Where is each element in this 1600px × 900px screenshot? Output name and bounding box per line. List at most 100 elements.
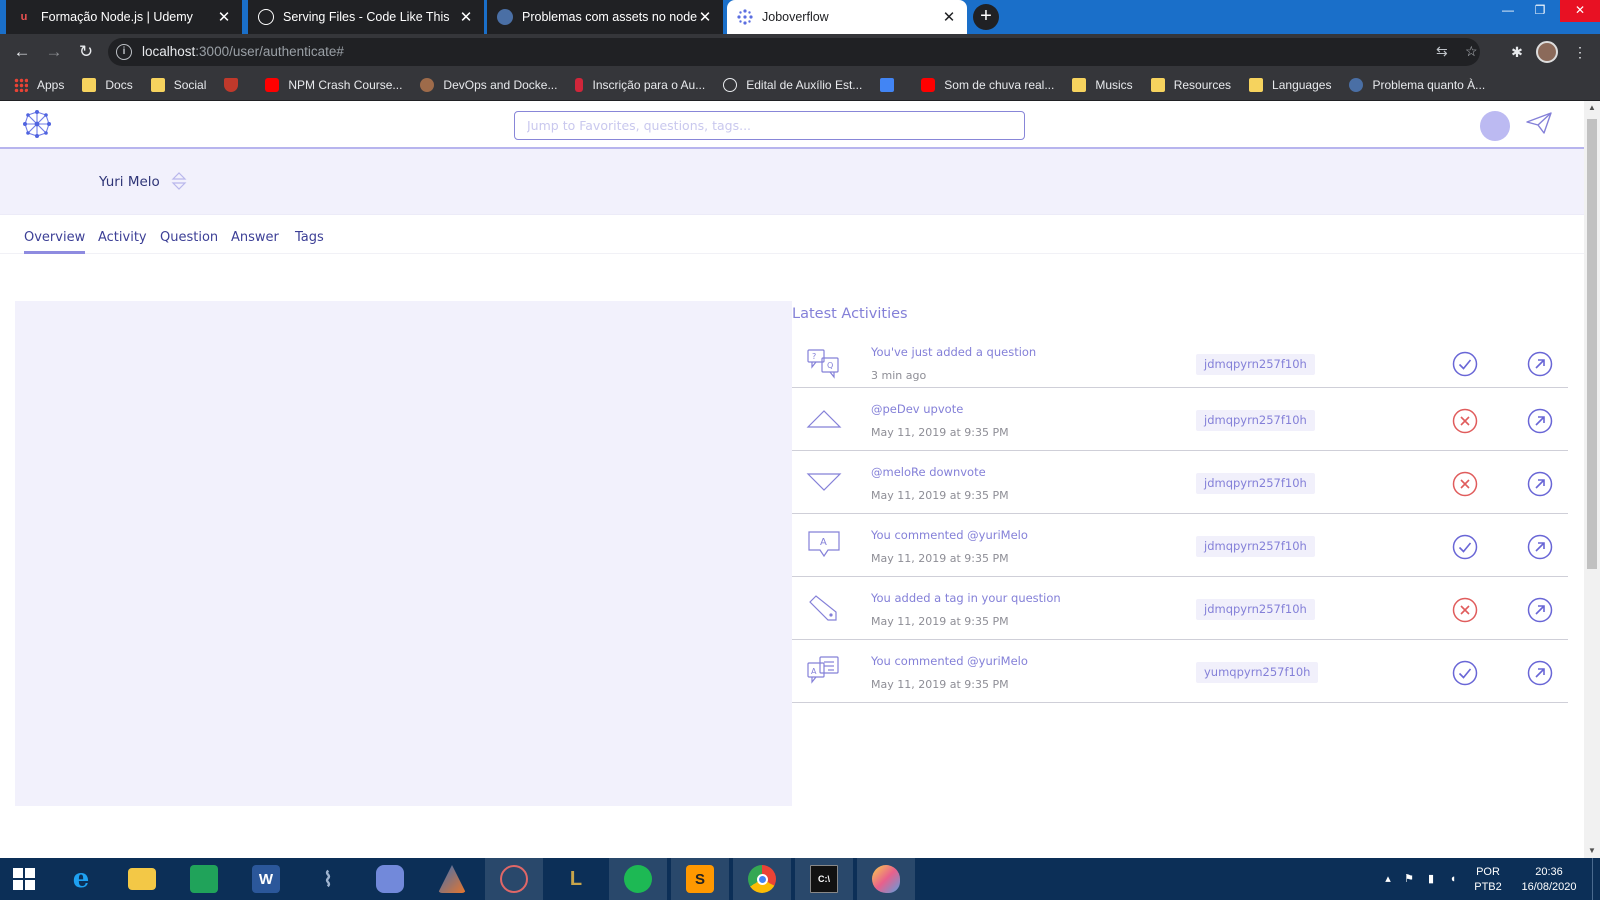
activity-title[interactable]: You commented @yuriMelo bbox=[871, 654, 1028, 668]
activity-row[interactable]: @meloRe downvote May 11, 2019 at 9:35 PM… bbox=[792, 451, 1568, 514]
activity-tag[interactable]: jdmqpyrn257f10h bbox=[1196, 410, 1315, 431]
joboverflow-logo-icon[interactable] bbox=[22, 109, 52, 139]
close-window-icon[interactable]: ✕ bbox=[1560, 0, 1600, 22]
svg-text:A: A bbox=[820, 537, 827, 548]
bookmark-languages[interactable]: Languages bbox=[1249, 77, 1331, 92]
bookmark-inscricao[interactable]: Inscrição para o Au... bbox=[575, 77, 705, 92]
back-arrow-icon[interactable]: ← bbox=[10, 40, 34, 64]
close-tab-icon[interactable]: ✕ bbox=[697, 8, 713, 26]
browser-tab-problemas[interactable]: Problemas com assets no nodeJS ✕ bbox=[487, 0, 723, 34]
activity-row[interactable]: A You commented @yuriMelo May 11, 2019 a… bbox=[792, 640, 1568, 703]
close-tab-icon[interactable]: ✕ bbox=[458, 8, 474, 26]
activity-row[interactable]: A You commented @yuriMelo May 11, 2019 a… bbox=[792, 514, 1568, 577]
restore-window-icon[interactable]: ❐ bbox=[1520, 0, 1560, 22]
show-desktop-button[interactable] bbox=[1592, 858, 1600, 900]
league-of-legends-icon[interactable]: L bbox=[547, 858, 605, 900]
paint-3d-icon[interactable] bbox=[857, 858, 915, 900]
internet-explorer-icon[interactable]: e bbox=[52, 858, 110, 900]
tray-expand-icon[interactable]: ▴ bbox=[1380, 858, 1396, 900]
file-explorer-icon[interactable] bbox=[113, 858, 171, 900]
bookmark-problema[interactable]: Problema quanto À... bbox=[1349, 77, 1485, 92]
scroll-down-icon[interactable]: ▼ bbox=[1584, 844, 1600, 858]
clock[interactable]: 20:36 16/08/2020 bbox=[1514, 858, 1584, 900]
mysql-workbench-icon[interactable]: ⌇ bbox=[299, 858, 357, 900]
scroll-up-icon[interactable]: ▲ bbox=[1584, 101, 1600, 115]
bookmark-star-icon[interactable]: ☆ bbox=[1465, 43, 1478, 60]
activity-row[interactable]: @peDev upvote May 11, 2019 at 9:35 PM jd… bbox=[792, 388, 1568, 451]
word-icon[interactable]: W bbox=[237, 858, 295, 900]
page-scrollbar[interactable]: ▲ ▼ bbox=[1584, 101, 1600, 858]
profile-avatar[interactable] bbox=[1536, 41, 1558, 63]
send-icon[interactable] bbox=[1525, 111, 1553, 135]
user-avatar[interactable] bbox=[1480, 111, 1510, 141]
reload-icon[interactable]: ↻ bbox=[74, 40, 98, 64]
search-input[interactable] bbox=[514, 111, 1025, 140]
extensions-icon[interactable]: ✱ bbox=[1507, 42, 1527, 62]
bookmark-edital[interactable]: Edital de Auxílio Est... bbox=[723, 77, 862, 92]
tab-tags[interactable]: Tags bbox=[295, 230, 324, 251]
tab-question[interactable]: Question bbox=[160, 230, 218, 251]
tab-overview[interactable]: Overview bbox=[24, 230, 86, 254]
address-url[interactable]: localhost:3000/user/authenticate# bbox=[142, 44, 344, 59]
activity-title[interactable]: You've just added a question bbox=[871, 345, 1036, 359]
matlab-icon[interactable] bbox=[423, 858, 481, 900]
paint-icon[interactable] bbox=[485, 858, 543, 900]
bookmark-musics[interactable]: Musics bbox=[1072, 77, 1133, 92]
activity-title[interactable]: You added a tag in your question bbox=[871, 591, 1061, 605]
scrollbar-thumb[interactable] bbox=[1587, 119, 1597, 569]
activity-row[interactable]: ? Q You've just added a question 3 min a… bbox=[792, 337, 1568, 388]
start-icon[interactable] bbox=[0, 858, 48, 900]
browser-tab-udemy[interactable]: u Formação Node.js | Udemy ✕ bbox=[6, 0, 242, 34]
activity-title[interactable]: @meloRe downvote bbox=[871, 465, 986, 479]
check-circle-icon bbox=[1452, 534, 1478, 560]
bookmark-social[interactable]: Social bbox=[150, 77, 206, 92]
bookmark-resources[interactable]: Resources bbox=[1150, 77, 1231, 92]
sublime-text-icon[interactable]: S bbox=[671, 858, 729, 900]
bookmark-devops-docker[interactable]: DevOps and Docke... bbox=[420, 77, 557, 92]
translate-icon[interactable]: ⇆ bbox=[1436, 43, 1448, 60]
forward-arrow-icon[interactable]: → bbox=[42, 40, 66, 64]
bookmark-apps[interactable]: Apps bbox=[14, 77, 64, 92]
latest-activities-title: Latest Activities bbox=[792, 306, 908, 322]
activity-title[interactable]: @peDev upvote bbox=[871, 402, 963, 416]
bookmark-som-de-chuva[interactable]: Som de chuva real... bbox=[921, 77, 1054, 92]
tab-activity[interactable]: Activity bbox=[98, 230, 147, 251]
bookmark-docs[interactable]: Docs bbox=[82, 77, 133, 92]
bookmark-shield[interactable] bbox=[224, 77, 247, 92]
tab-answer[interactable]: Answer bbox=[231, 230, 279, 251]
bookmark-translate[interactable] bbox=[880, 77, 903, 92]
activity-row[interactable]: You added a tag in your question May 11,… bbox=[792, 577, 1568, 640]
browser-tab-joboverflow[interactable]: Joboverflow ✕ bbox=[727, 0, 967, 34]
open-link-icon[interactable] bbox=[1527, 660, 1553, 686]
language-indicator[interactable]: POR PTB2 bbox=[1468, 858, 1508, 900]
volume-icon[interactable]: ◖ bbox=[1444, 858, 1462, 900]
translate-icon bbox=[880, 77, 895, 92]
close-tab-icon[interactable]: ✕ bbox=[216, 8, 232, 26]
close-tab-icon[interactable]: ✕ bbox=[941, 8, 957, 26]
activity-title[interactable]: You commented @yuriMelo bbox=[871, 528, 1028, 542]
activity-tag[interactable]: jdmqpyrn257f10h bbox=[1196, 599, 1315, 620]
activity-tag[interactable]: yumqpyrn257f10h bbox=[1196, 662, 1319, 683]
site-info-icon[interactable]: i bbox=[116, 44, 132, 60]
chrome-icon[interactable] bbox=[733, 858, 791, 900]
sort-toggle-icon[interactable] bbox=[171, 171, 187, 191]
new-tab-button[interactable]: + bbox=[973, 4, 999, 30]
activity-tag[interactable]: jdmqpyrn257f10h bbox=[1196, 354, 1315, 375]
activity-tag[interactable]: jdmqpyrn257f10h bbox=[1196, 473, 1315, 494]
open-link-icon[interactable] bbox=[1527, 597, 1553, 623]
bookmark-npm-crash-course[interactable]: NPM Crash Course... bbox=[265, 77, 402, 92]
open-link-icon[interactable] bbox=[1527, 471, 1553, 497]
network-icon[interactable]: ▮ bbox=[1422, 858, 1440, 900]
address-bar[interactable]: i localhost:3000/user/authenticate# ⇆ ☆ bbox=[108, 38, 1480, 66]
open-link-icon[interactable] bbox=[1527, 408, 1553, 434]
spotify-icon[interactable] bbox=[609, 858, 667, 900]
discord-icon[interactable] bbox=[361, 858, 419, 900]
open-link-icon[interactable] bbox=[1527, 534, 1553, 560]
flag-icon[interactable]: ⚑ bbox=[1400, 858, 1418, 900]
menu-kebab-icon[interactable]: ⋮ bbox=[1570, 42, 1590, 62]
browser-tab-serving-files[interactable]: Serving Files - Code Like This ✕ bbox=[248, 0, 484, 34]
store-icon[interactable] bbox=[175, 858, 233, 900]
terminal-icon[interactable]: C:\ bbox=[795, 858, 853, 900]
open-link-icon[interactable] bbox=[1527, 351, 1553, 377]
activity-tag[interactable]: jdmqpyrn257f10h bbox=[1196, 536, 1315, 557]
